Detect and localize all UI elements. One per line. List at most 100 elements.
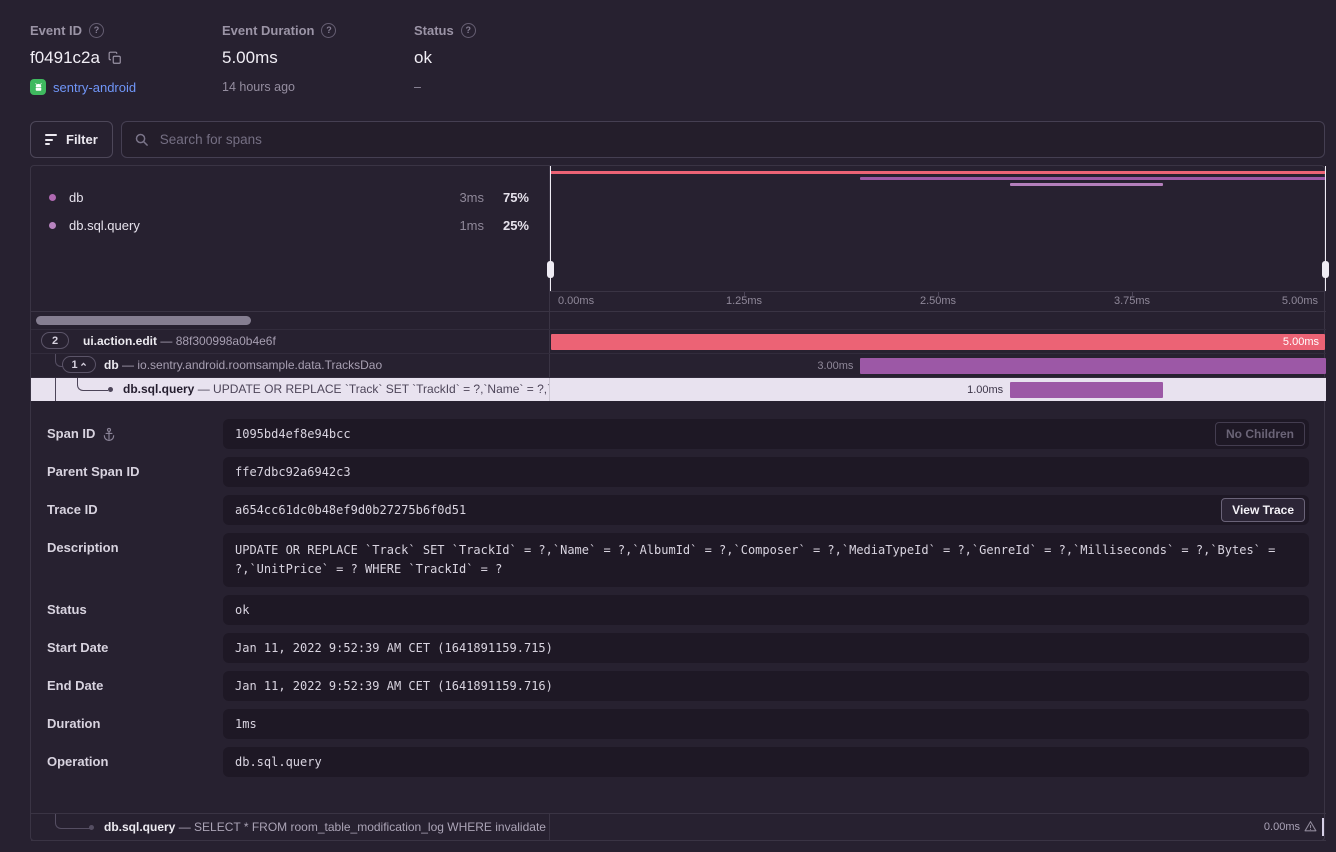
span-duration-bar[interactable] [551, 334, 1325, 350]
axis-label: 0.00ms [558, 295, 594, 307]
android-platform-icon [30, 79, 46, 95]
status-label: Status [414, 23, 454, 38]
detail-label: Operation [47, 747, 108, 777]
minimap-right-handle[interactable] [1325, 166, 1326, 291]
minimap-left-handle[interactable] [550, 166, 551, 291]
timeline-minimap[interactable] [550, 166, 1326, 291]
detail-row-start-date: Start Date Jan 11, 2022 9:52:39 AM CET (… [47, 633, 1309, 663]
span-op: db [104, 358, 119, 372]
span-row-ui-action-edit[interactable]: 2 ui.action.edit — 88f300998a0b4e6f 5.00… [31, 329, 1326, 353]
event-id-value: f0491c2a [30, 48, 100, 68]
axis-label: 3.75ms [1114, 295, 1150, 307]
status-block: Status ? ok – [414, 22, 606, 96]
tree-connector [55, 814, 92, 829]
span-description: io.sentry.android.roomsample.data.Tracks… [137, 358, 382, 372]
duration-value: 1ms [235, 717, 257, 731]
detail-label: Start Date [47, 633, 108, 663]
detail-row-trace-id: Trace ID a654cc61dc0b48ef9d0b27275b6f0d5… [47, 495, 1309, 525]
filter-button[interactable]: Filter [30, 121, 113, 158]
filter-icon [45, 134, 57, 145]
op-color-dot [49, 222, 56, 229]
tree-scroll-track [31, 311, 1326, 329]
detail-value-box: 1095bd4ef8e94bcc No Children [223, 419, 1309, 449]
detail-value-box: db.sql.query [223, 747, 1309, 777]
warning-icon[interactable] [1304, 820, 1317, 838]
separator: — [198, 382, 210, 396]
separator: — [122, 358, 134, 372]
search-icon [134, 132, 149, 147]
operations-breakdown: db 3ms 75% db.sql.query 1ms 25% [31, 166, 549, 291]
span-row-db-sql-query-selected[interactable]: db.sql.query — UPDATE OR REPLACE `Track`… [31, 377, 1326, 401]
status-value: ok [414, 48, 432, 68]
description-value: UPDATE OR REPLACE `Track` SET `TrackId` … [235, 541, 1297, 579]
minimap-span-bar [550, 171, 1326, 174]
zero-duration-span-marker[interactable] [1322, 818, 1324, 836]
span-op: ui.action.edit [83, 334, 157, 348]
children-count: 1 [71, 359, 77, 371]
help-icon[interactable]: ? [321, 23, 336, 38]
end-date-value: Jan 11, 2022 9:52:39 AM CET (1641891159.… [235, 679, 553, 693]
span-description: UPDATE OR REPLACE `Track` SET `TrackId` … [213, 382, 549, 396]
detail-value-box: UPDATE OR REPLACE `Track` SET `TrackId` … [223, 533, 1309, 587]
op-percentage: 75% [484, 190, 529, 205]
children-count-badge[interactable]: 1 [62, 356, 96, 373]
detail-label: Span ID [47, 419, 95, 449]
span-duration-label: 1.00ms [967, 378, 1003, 401]
tree-connector-dot [89, 825, 94, 830]
span-duration-bar[interactable] [1010, 382, 1163, 398]
detail-row-operation: Operation db.sql.query [47, 747, 1309, 777]
view-trace-button[interactable]: View Trace [1221, 498, 1305, 522]
detail-value-box: 1ms [223, 709, 1309, 739]
detail-row-duration: Duration 1ms [47, 709, 1309, 739]
help-icon[interactable]: ? [89, 23, 104, 38]
detail-row-end-date: End Date Jan 11, 2022 9:52:39 AM CET (16… [47, 671, 1309, 701]
op-percentage: 25% [484, 218, 529, 233]
separator: — [160, 334, 172, 348]
detail-row-description: Description UPDATE OR REPLACE `Track` SE… [47, 533, 1309, 587]
legend-row[interactable]: db.sql.query 1ms 25% [31, 211, 549, 239]
event-id-block: Event ID ? f0491c2a sentry-android [30, 22, 222, 96]
copy-icon[interactable] [108, 51, 122, 65]
span-description: 88f300998a0b4e6f [176, 334, 276, 348]
op-duration: 1ms [438, 218, 484, 233]
tree-connector [55, 378, 57, 401]
axis-label: 5.00ms [1282, 295, 1318, 307]
span-duration-bar[interactable] [860, 358, 1326, 374]
anchor-icon[interactable] [102, 419, 116, 449]
span-tree: 2 ui.action.edit — 88f300998a0b4e6f 5.00… [31, 329, 1326, 401]
tree-connector [77, 378, 108, 391]
horizontal-scrollbar[interactable] [36, 316, 251, 325]
span-duration-label: 3.00ms [817, 354, 853, 377]
start-date-value: Jan 11, 2022 9:52:39 AM CET (1641891159.… [235, 641, 553, 655]
span-row-db-sql-query-select[interactable]: db.sql.query — SELECT * FROM room_table_… [31, 813, 1326, 841]
detail-row-parent-span-id: Parent Span ID ffe7dbc92a6942c3 [47, 457, 1309, 487]
event-id-label: Event ID [30, 23, 82, 38]
detail-label: Parent Span ID [47, 457, 139, 487]
event-duration-value: 5.00ms [222, 48, 278, 68]
detail-label: End Date [47, 671, 103, 701]
parent-span-id-value: ffe7dbc92a6942c3 [235, 465, 351, 479]
status-value: ok [235, 603, 249, 617]
span-description: SELECT * FROM room_table_modification_lo… [194, 820, 546, 834]
chevron-up-icon [80, 361, 87, 368]
op-name: db.sql.query [69, 218, 438, 233]
span-row-db[interactable]: 1 db — io.sentry.android.roomsample.data… [31, 353, 1326, 377]
span-details: Span ID 1095bd4ef8e94bcc No Children Par… [31, 401, 1326, 785]
search-input[interactable] [158, 131, 1312, 148]
op-name: db [69, 190, 438, 205]
legend-row[interactable]: db 3ms 75% [31, 183, 549, 211]
operation-value: db.sql.query [235, 755, 322, 769]
minimap-span-bar [1010, 183, 1163, 186]
filter-button-label: Filter [66, 132, 98, 147]
detail-row-status: Status ok [47, 595, 1309, 625]
search-bar[interactable] [121, 121, 1325, 158]
event-header: Event ID ? f0491c2a sentry-android Event… [30, 22, 606, 96]
status-sub: – [414, 80, 421, 94]
help-icon[interactable]: ? [461, 23, 476, 38]
tree-connector-dot [108, 387, 113, 392]
detail-value-box: ffe7dbc92a6942c3 [223, 457, 1309, 487]
children-count-badge[interactable]: 2 [41, 332, 69, 349]
time-axis: 0.00ms 1.25ms 2.50ms 3.75ms 5.00ms [550, 291, 1326, 311]
event-duration-label: Event Duration [222, 23, 314, 38]
project-link[interactable]: sentry-android [53, 80, 136, 95]
